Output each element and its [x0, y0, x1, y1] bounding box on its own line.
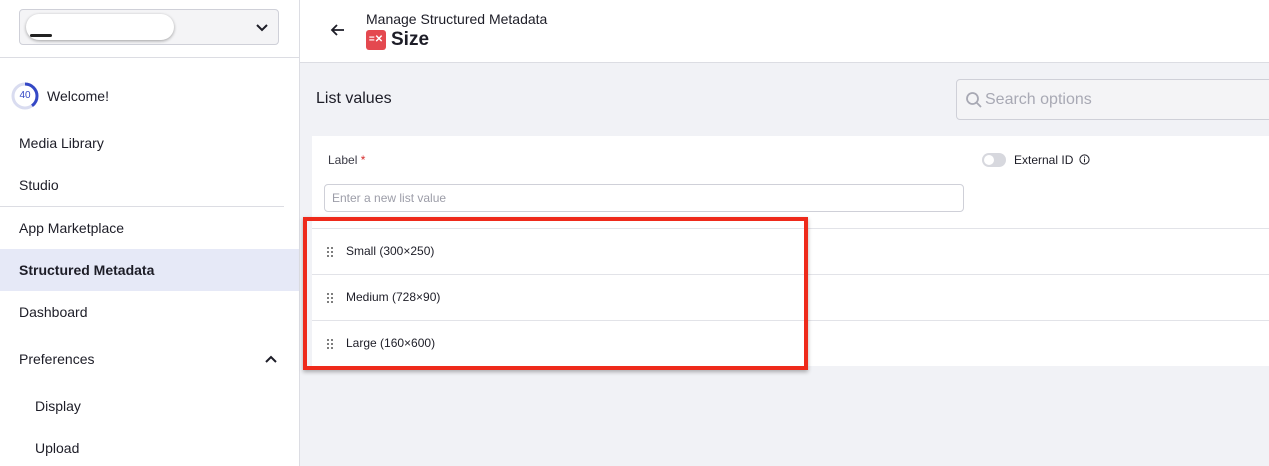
welcome-item[interactable]: 40 Welcome! [11, 82, 109, 110]
list-item[interactable]: Small (300×250) [312, 228, 1269, 274]
page-title-row: =✕ Size [366, 29, 429, 51]
info-icon[interactable] [1079, 154, 1090, 165]
list-item[interactable]: Large (160×600) [312, 320, 1269, 366]
list-item-label: Small (300×250) [346, 244, 435, 258]
progress-ring: 40 [11, 82, 39, 110]
account-name-mark [30, 34, 52, 37]
breadcrumb[interactable]: Manage Structured Metadata [366, 11, 547, 27]
welcome-label: Welcome! [47, 88, 109, 104]
sidebar-item-studio[interactable]: Studio [0, 164, 299, 206]
sidebar-item-structured-metadata[interactable]: Structured Metadata [0, 249, 299, 291]
main-content: Manage Structured Metadata =✕ Size List … [300, 0, 1269, 466]
account-name-redacted [26, 14, 174, 40]
list-item-label: Large (160×600) [346, 336, 436, 350]
drag-handle-icon[interactable] [326, 292, 334, 304]
external-id-label: External ID [1014, 153, 1074, 167]
sidebar-item-dashboard[interactable]: Dashboard [0, 291, 299, 333]
list-item-label: Medium (728×90) [346, 290, 441, 304]
drag-handle-icon[interactable] [326, 338, 334, 350]
search-icon [966, 92, 982, 108]
search-box[interactable] [956, 79, 1269, 120]
sidebar-item-display[interactable]: Display [0, 385, 299, 427]
drag-handle-icon[interactable] [326, 246, 334, 258]
external-id-toggle[interactable] [982, 153, 1006, 167]
label-field-label: Label * [328, 153, 365, 167]
progress-value: 40 [19, 90, 31, 101]
sidebar-item-preferences[interactable]: Preferences [0, 338, 299, 380]
sidebar-divider [0, 57, 299, 58]
page-title: Size [391, 29, 430, 50]
list-values-panel: Label * External ID Small (300×250) [312, 136, 1269, 366]
sidebar-item-media-library[interactable]: Media Library [0, 122, 299, 164]
chevron-down-icon [256, 24, 268, 32]
section-title: List values [316, 90, 392, 107]
required-mark: * [360, 153, 366, 167]
chevron-up-icon [265, 355, 277, 363]
sidebar-item-label: Preferences [19, 351, 95, 367]
label-text: Label [328, 153, 358, 167]
new-list-value-input[interactable] [324, 184, 964, 212]
sidebar-item-app-marketplace[interactable]: App Marketplace [0, 207, 299, 249]
metadata-icon: =✕ [366, 30, 386, 50]
back-arrow-icon[interactable] [328, 20, 348, 40]
sidebar-item-upload[interactable]: Upload [0, 427, 299, 466]
search-input[interactable] [985, 88, 1265, 112]
list-item[interactable]: Medium (728×90) [312, 274, 1269, 320]
page-header: Manage Structured Metadata =✕ Size [300, 0, 1269, 63]
account-selector[interactable] [19, 9, 279, 45]
sidebar: 40 Welcome! Media Library Studio App Mar… [0, 0, 300, 466]
